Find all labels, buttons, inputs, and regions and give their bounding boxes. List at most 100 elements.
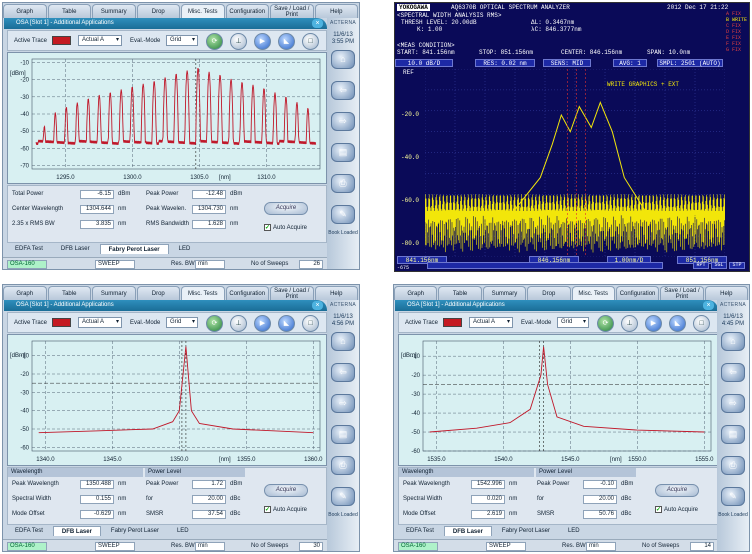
tab-table[interactable]: Table bbox=[47, 286, 91, 300]
back-icon[interactable]: ⇦ bbox=[331, 81, 355, 100]
tab-summary[interactable]: Summary bbox=[92, 286, 136, 300]
sens-softkey[interactable]: SENS: MID bbox=[543, 59, 591, 67]
tab-drop[interactable]: Drop bbox=[136, 286, 180, 300]
edit-icon[interactable]: ✎ bbox=[331, 205, 355, 224]
function-softkey-row[interactable] bbox=[427, 262, 663, 269]
tab-misc-tests[interactable]: Misc. Tests bbox=[181, 286, 225, 300]
tab-save-load-print[interactable]: Save / Load / Print bbox=[270, 4, 314, 18]
trace-color-swatch[interactable] bbox=[52, 318, 71, 327]
document-icon[interactable]: ▤ bbox=[331, 425, 355, 444]
tab-summary[interactable]: Summary bbox=[92, 4, 136, 18]
acquire-button[interactable]: Acquire bbox=[264, 202, 308, 215]
subtab-dfb-laser[interactable]: DFB Laser bbox=[53, 244, 98, 254]
subtab-edfa-test[interactable]: EDFA Test bbox=[7, 526, 51, 536]
auto-acquire-checkbox[interactable]: ✓ Auto Acquire bbox=[655, 506, 698, 513]
close-icon[interactable]: × bbox=[312, 19, 323, 28]
tab-table[interactable]: Table bbox=[438, 286, 482, 300]
next-icon[interactable]: ▶ bbox=[254, 33, 271, 50]
subtab-led[interactable]: LED bbox=[171, 244, 199, 254]
marker-icon[interactable]: ⊥ bbox=[230, 33, 247, 50]
close-icon[interactable]: × bbox=[312, 301, 323, 310]
smpl-softkey[interactable]: SMPL: 2501 (AUTO) bbox=[657, 59, 723, 67]
tab-graph[interactable]: Graph bbox=[3, 286, 47, 300]
subtab-edfa-test[interactable]: EDFA Test bbox=[398, 526, 442, 536]
osa-window-fabry-perot: Graph Table Summary Drop Misc. Tests Configur… bbox=[2, 2, 360, 270]
refresh-icon[interactable]: ⟳ bbox=[206, 315, 223, 332]
avg-softkey[interactable]: AVG: 1 bbox=[613, 59, 647, 67]
auto-acquire-checkbox[interactable]: ✓ Auto Acquire bbox=[264, 506, 307, 513]
trace-color-swatch[interactable] bbox=[52, 36, 71, 45]
subtab-fabry-perot-laser[interactable]: Fabry Perot Laser bbox=[103, 526, 167, 536]
res-softkey[interactable]: RES: 0.02 nm bbox=[475, 59, 535, 67]
trace-select[interactable]: Actual A bbox=[78, 35, 122, 46]
auto-acquire-checkbox[interactable]: ✓ Auto Acquire bbox=[264, 224, 307, 231]
single-softkey[interactable]: SGL bbox=[711, 262, 727, 269]
subtab-dfb-laser[interactable]: DFB Laser bbox=[52, 526, 101, 536]
marker-icon[interactable]: ⊥ bbox=[621, 315, 638, 332]
scale-softkey[interactable]: 10.0 dB/D bbox=[395, 59, 453, 67]
tab-save-load-print[interactable]: Save / Load / Print bbox=[270, 286, 314, 300]
tab-misc-tests[interactable]: Misc. Tests bbox=[571, 286, 615, 300]
trace-select[interactable]: Actual A bbox=[78, 317, 122, 328]
refresh-icon[interactable]: ⟳ bbox=[597, 315, 614, 332]
tab-graph[interactable]: Graph bbox=[3, 4, 47, 18]
y-tick-label: -50 bbox=[411, 430, 420, 436]
result-unit: nm bbox=[118, 206, 127, 212]
subtab-edfa-test[interactable]: EDFA Test bbox=[7, 244, 51, 254]
trace-color-swatch[interactable] bbox=[443, 318, 462, 327]
print-icon[interactable]: ⎙ bbox=[331, 174, 355, 193]
subtab-dfb-laser[interactable]: DFB Laser bbox=[443, 526, 492, 536]
acquire-button[interactable]: Acquire bbox=[655, 484, 699, 497]
tab-drop[interactable]: Drop bbox=[527, 286, 571, 300]
zoom-icon[interactable]: ◣ bbox=[669, 315, 686, 332]
print-icon[interactable]: ⎙ bbox=[721, 456, 745, 475]
subtab-fabry-perot-laser[interactable]: Fabry Perot Laser bbox=[99, 244, 169, 254]
subtab-led[interactable]: LED bbox=[560, 526, 588, 536]
tab-graph[interactable]: Graph bbox=[394, 286, 438, 300]
subtab-fabry-perot-laser[interactable]: Fabry Perot Laser bbox=[494, 526, 558, 536]
result-value: 0.155 bbox=[80, 495, 114, 504]
marker-icon[interactable]: ⊥ bbox=[230, 315, 247, 332]
zoom-icon[interactable]: ◣ bbox=[278, 33, 295, 50]
ref-label: REF bbox=[403, 69, 414, 76]
print-icon[interactable]: ⎙ bbox=[331, 456, 355, 475]
forward-icon[interactable]: ⇨ bbox=[331, 394, 355, 413]
forward-icon[interactable]: ⇨ bbox=[331, 112, 355, 131]
status-bar: OSA-160 SWEEP Res. BW min No of Sweeps 14 bbox=[394, 539, 720, 551]
back-icon[interactable]: ⇦ bbox=[721, 363, 745, 382]
home-icon[interactable]: ⌂ bbox=[331, 332, 355, 351]
stop-icon[interactable]: □ bbox=[302, 315, 319, 332]
tab-drop[interactable]: Drop bbox=[136, 4, 180, 18]
refresh-icon[interactable]: ⟳ bbox=[206, 33, 223, 50]
edit-icon[interactable]: ✎ bbox=[721, 487, 745, 506]
eval-mode-select[interactable]: Grid bbox=[166, 35, 198, 46]
tab-misc-tests[interactable]: Misc. Tests bbox=[181, 4, 225, 18]
edit-icon[interactable]: ✎ bbox=[331, 487, 355, 506]
forward-icon[interactable]: ⇨ bbox=[721, 394, 745, 413]
tab-table[interactable]: Table bbox=[47, 4, 91, 18]
document-icon[interactable]: ▤ bbox=[721, 425, 745, 444]
tab-save-load-print[interactable]: Save / Load / Print bbox=[660, 286, 704, 300]
stop-icon[interactable]: □ bbox=[693, 315, 710, 332]
trace-select[interactable]: Actual A bbox=[469, 317, 513, 328]
next-icon[interactable]: ▶ bbox=[254, 315, 271, 332]
document-icon[interactable]: ▤ bbox=[331, 143, 355, 162]
sweep-indicator: SWEEP bbox=[486, 542, 526, 551]
tab-configuration[interactable]: Configuration bbox=[615, 286, 660, 300]
close-icon[interactable]: × bbox=[703, 301, 714, 310]
stop-icon[interactable]: □ bbox=[302, 33, 319, 50]
tab-configuration[interactable]: Configuration bbox=[225, 286, 269, 300]
eval-mode-select[interactable]: Grid bbox=[557, 317, 589, 328]
next-icon[interactable]: ▶ bbox=[645, 315, 662, 332]
tab-configuration[interactable]: Configuration bbox=[225, 4, 269, 18]
acquire-button[interactable]: Acquire bbox=[264, 484, 308, 497]
tab-summary[interactable]: Summary bbox=[482, 286, 527, 300]
home-icon[interactable]: ⌂ bbox=[721, 332, 745, 351]
eval-mode-select[interactable]: Grid bbox=[166, 317, 198, 328]
repeat-softkey[interactable]: RPT bbox=[693, 262, 709, 269]
home-icon[interactable]: ⌂ bbox=[331, 50, 355, 69]
subtab-led[interactable]: LED bbox=[169, 526, 197, 536]
stop-softkey[interactable]: STP bbox=[729, 262, 745, 269]
back-icon[interactable]: ⇦ bbox=[331, 363, 355, 382]
zoom-icon[interactable]: ◣ bbox=[278, 315, 295, 332]
